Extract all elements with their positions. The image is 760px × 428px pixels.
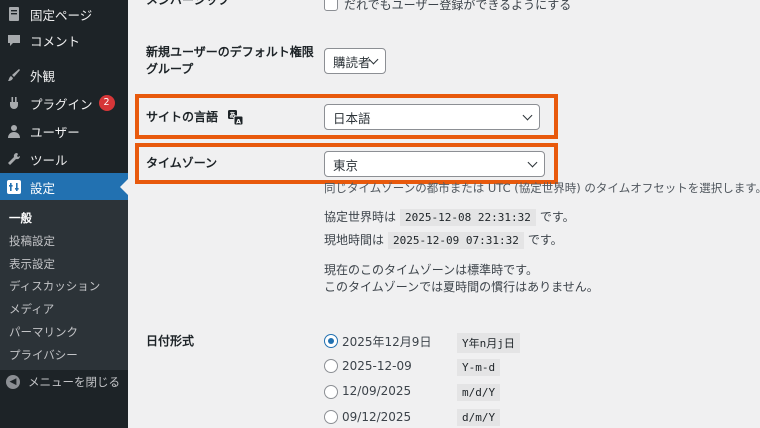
plugin-icon xyxy=(6,95,22,111)
collapse-menu-label: メニューを閉じる xyxy=(28,375,120,389)
membership-checkbox[interactable] xyxy=(324,0,338,11)
site-language-label-wrap: サイトの言語 あA xyxy=(146,109,244,126)
membership-checkbox-text: だれでもユーザー登録ができるようにする xyxy=(344,0,572,12)
svg-text:A: A xyxy=(236,118,241,126)
timezone-value: 東京 xyxy=(333,157,359,173)
chevron-down-icon xyxy=(527,157,538,168)
timezone-select[interactable]: 東京 xyxy=(324,151,545,177)
user-icon xyxy=(6,123,22,139)
sidebar-item-tools[interactable]: ツール xyxy=(0,145,128,173)
date-format-display-1: 2025年12月9日 xyxy=(342,335,432,349)
sidebar-item-label: 設定 xyxy=(30,180,56,196)
submenu-item-permalinks[interactable]: パーマリンク xyxy=(9,324,78,340)
site-language-value: 日本語 xyxy=(333,110,371,126)
sidebar-item-pages[interactable]: 固定ページ xyxy=(0,0,128,28)
sidebar-item-comments[interactable]: コメント xyxy=(0,26,128,54)
sidebar-item-appearance[interactable]: 外観 xyxy=(0,61,128,89)
settings-icon xyxy=(6,179,22,195)
local-time-line: 現地時間は 2025-12-09 07:31:32 です。 xyxy=(324,231,563,249)
settings-main: メンバーシップ だれでもユーザー登録ができるようにする 新規ユーザーのデフォルト… xyxy=(128,0,760,428)
site-language-select[interactable]: 日本語 xyxy=(324,104,540,130)
date-format-code-1: Y年n月j日 xyxy=(457,333,520,353)
submenu-item-discussion[interactable]: ディスカッション xyxy=(9,278,100,294)
date-format-display-2: 2025-12-09 xyxy=(342,359,412,373)
submenu-item-media[interactable]: メディア xyxy=(9,301,54,317)
sidebar-item-settings[interactable]: 設定 xyxy=(0,173,128,201)
default-role-value: 購読者 xyxy=(333,54,371,70)
date-format-display-4: 09/12/2025 xyxy=(342,410,412,424)
sidebar-item-plugins[interactable]: プラグイン 2 xyxy=(0,89,128,117)
update-count-badge: 2 xyxy=(98,95,115,111)
site-language-label: サイトの言語 xyxy=(146,110,219,124)
active-indicator xyxy=(120,179,128,195)
comment-icon xyxy=(6,32,22,48)
admin-sidebar: 固定ページ コメント 外観 プラグイン 2 ユーザー ツール 設定 一般 投稿設… xyxy=(0,0,128,428)
sidebar-item-label: ツール xyxy=(30,152,68,168)
date-format-code-4: d/m/Y xyxy=(457,409,501,426)
sidebar-item-label: プラグイン xyxy=(30,96,93,112)
date-format-code-3: m/d/Y xyxy=(457,384,501,401)
utc-time-label: 協定世界時は xyxy=(324,210,397,224)
date-format-radio-3[interactable] xyxy=(324,385,338,399)
translate-icon: あA xyxy=(228,110,244,126)
sidebar-item-users[interactable]: ユーザー xyxy=(0,117,128,145)
date-format-code-2: Y-m-d xyxy=(457,359,501,376)
timezone-note-standard: 現在のこのタイムゾーンは標準時です。 xyxy=(324,263,538,277)
date-format-radio-2[interactable] xyxy=(324,359,338,373)
sidebar-item-label: コメント xyxy=(30,33,81,49)
wrench-icon xyxy=(6,151,22,167)
sidebar-item-label: 固定ページ xyxy=(30,7,93,23)
local-time-suffix: です。 xyxy=(527,233,563,247)
utc-time-suffix: です。 xyxy=(539,210,575,224)
submenu-item-writing[interactable]: 投稿設定 xyxy=(9,233,55,249)
timezone-description: 同じタイムゾーンの都市または UTC (協定世界時) のタイムオフセットを選択し… xyxy=(324,181,760,195)
default-role-select[interactable]: 購読者 xyxy=(324,48,386,74)
date-format-radio-4[interactable] xyxy=(324,410,338,424)
local-time-label: 現地時間は xyxy=(324,233,385,247)
chevron-down-icon xyxy=(522,110,533,121)
default-role-label: 新規ユーザーのデフォルト権限グループ xyxy=(146,45,314,77)
timezone-label: タイムゾーン xyxy=(146,156,218,170)
submenu-item-general[interactable]: 一般 xyxy=(9,210,32,226)
utc-time-line: 協定世界時は 2025-12-08 22:31:32 です。 xyxy=(324,208,575,226)
date-format-radio-1[interactable] xyxy=(324,334,338,348)
page-icon xyxy=(6,6,22,22)
date-format-label: 日付形式 xyxy=(146,334,195,348)
collapse-menu-button[interactable]: ◀ メニューを閉じる xyxy=(6,374,120,390)
utc-time-value: 2025-12-08 22:31:32 xyxy=(400,209,536,226)
timezone-note-dst: このタイムゾーンでは夏時間の慣行はありません。 xyxy=(324,280,599,294)
sidebar-item-label: 外観 xyxy=(30,68,56,84)
collapse-arrow-icon: ◀ xyxy=(6,375,20,389)
brush-icon xyxy=(6,67,22,83)
membership-label: メンバーシップ xyxy=(146,0,230,7)
submenu-item-privacy[interactable]: プライバシー xyxy=(9,347,78,363)
submenu-item-reading[interactable]: 表示設定 xyxy=(9,256,55,272)
local-time-value: 2025-12-09 07:31:32 xyxy=(388,232,524,249)
sidebar-item-label: ユーザー xyxy=(30,124,80,140)
date-format-display-3: 12/09/2025 xyxy=(342,384,412,398)
settings-submenu: 一般 投稿設定 表示設定 ディスカッション メディア パーマリンク プライバシー xyxy=(0,200,128,370)
